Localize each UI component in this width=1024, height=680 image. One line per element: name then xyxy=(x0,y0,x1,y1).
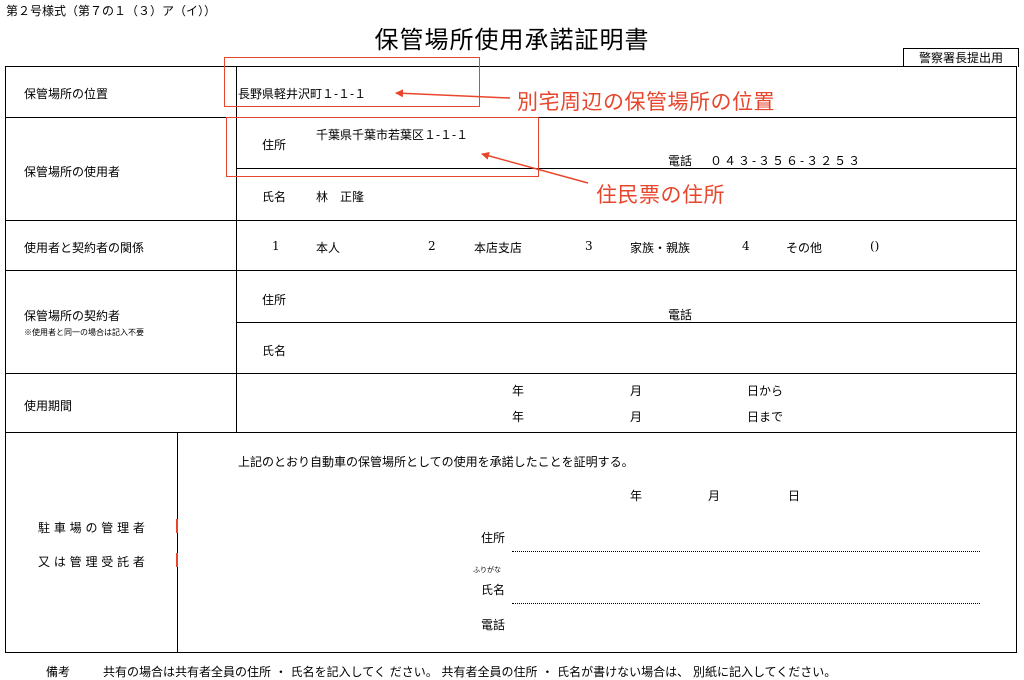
manager-label: 駐 車 場 の 管 理 者 xyxy=(38,521,145,535)
remarks-label: 備考 xyxy=(46,665,71,679)
contractor-address-label: 住所 xyxy=(262,293,287,307)
location-label: 保管場所の位置 xyxy=(24,87,109,101)
relation-label: 使用者と契約者の関係 xyxy=(24,241,145,255)
relation-option-other[interactable]: その他 xyxy=(786,239,822,256)
user-phone-value: ０４３-３５６-３２５３ xyxy=(710,154,863,168)
relation-option-number: 2 xyxy=(428,239,436,253)
user-name-label: 氏名 xyxy=(262,190,287,204)
red-mark xyxy=(176,519,178,533)
period-from-day: 日から xyxy=(747,384,784,398)
row-divider xyxy=(5,270,1017,271)
relation-option-number: 4 xyxy=(742,239,750,253)
contractor-phone-label: 電話 xyxy=(668,308,693,322)
contractor-name-label: 氏名 xyxy=(262,344,287,358)
relation-other-parens: () xyxy=(870,239,880,253)
user-label: 保管場所の使用者 xyxy=(24,165,121,179)
red-mark xyxy=(176,553,178,567)
row-divider xyxy=(236,322,1017,323)
relation-option-branch[interactable]: 本店支店 xyxy=(474,239,522,256)
relation-option-number: 3 xyxy=(585,239,593,253)
date-year: 年 xyxy=(630,489,643,503)
date-day: 日 xyxy=(788,489,801,503)
manager-name-label: 氏名 xyxy=(481,583,506,597)
consent-statement: 上記のとおり自動車の保管場所としての使用を承諾したことを証明する。 xyxy=(238,455,634,469)
furigana-label: ふりがな xyxy=(473,566,501,574)
user-name-value: 林 正隆 xyxy=(316,190,365,204)
form-code: 第２号様式（第７の１（３）ア（イ）） xyxy=(6,4,217,18)
name-dotted-line xyxy=(512,603,980,604)
submit-badge: 警察署長提出用 xyxy=(903,48,1019,67)
document-title: 保管場所使用承諾証明書 xyxy=(374,26,650,54)
address-highlight-box xyxy=(226,117,539,177)
contractor-label: 保管場所の契約者 xyxy=(24,309,121,323)
period-label: 使用期間 xyxy=(24,399,73,413)
manager-label: 又 は 管 理 受 託 者 xyxy=(38,555,145,569)
period-to-day: 日まで xyxy=(747,410,784,424)
location-annotation: 別宅周辺の保管場所の位置 xyxy=(517,90,775,114)
location-highlight-box xyxy=(224,57,480,107)
period-to-month: 月 xyxy=(630,410,643,424)
column-divider xyxy=(177,432,178,653)
address-annotation: 住民票の住所 xyxy=(596,183,725,207)
manager-address-label: 住所 xyxy=(481,531,506,545)
period-from-month: 月 xyxy=(630,384,643,398)
row-divider xyxy=(5,432,1017,433)
user-phone-label: 電話 xyxy=(668,154,693,168)
date-month: 月 xyxy=(708,489,721,503)
relation-option-self[interactable]: 本人 xyxy=(316,239,340,256)
row-divider xyxy=(5,220,1017,221)
relation-option-family[interactable]: 家族・親族 xyxy=(630,239,690,256)
remarks-text: 共有の場合は共有者全員の住所 ・ 氏名を記入してく ださい。 共有者全員の住所 … xyxy=(103,665,837,679)
period-to-year: 年 xyxy=(512,410,525,424)
manager-phone-label: 電話 xyxy=(481,618,506,632)
contractor-note: ※使用者と同一の場合は記入不要 xyxy=(24,328,144,337)
relation-option-number: 1 xyxy=(272,239,280,253)
address-dotted-line xyxy=(512,551,980,552)
row-divider xyxy=(5,373,1017,374)
period-from-year: 年 xyxy=(512,384,525,398)
